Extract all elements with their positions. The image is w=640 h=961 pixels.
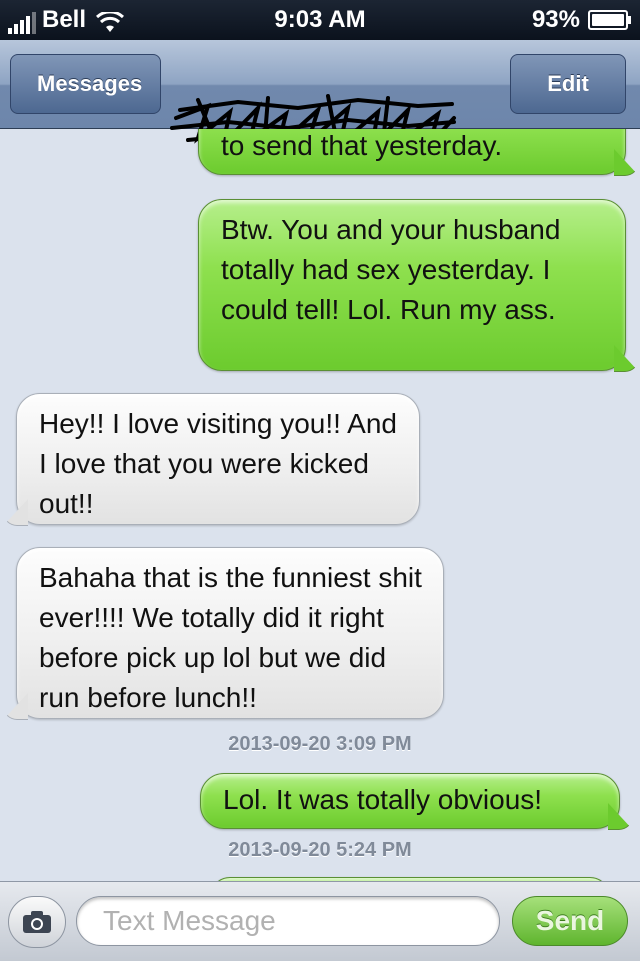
message-bubble-incoming: Hey!! I love visiting you!! And I love t…: [3, 393, 420, 526]
camera-icon: [23, 911, 51, 933]
battery-percent: 93%: [531, 6, 580, 33]
battery-group: 93%: [531, 6, 631, 34]
message-text: Btw. You and your husband totally had se…: [221, 214, 561, 325]
message-text: to send that yesterday.: [221, 130, 503, 161]
edit-button[interactable]: Edit: [510, 54, 626, 114]
camera-button[interactable]: [8, 896, 66, 948]
timestamp: 2013-09-20 5:24 PM: [228, 839, 412, 861]
message-text: Bahaha that is the funniest shit ever!!!…: [39, 562, 422, 713]
message-thread[interactable]: to send that yesterday. Btw. You and you…: [0, 129, 640, 881]
navigation-bar: Messages Edit: [0, 40, 640, 152]
status-bar: Bell 9:03 AM 93%: [0, 0, 640, 40]
message-bubble-outgoing: to send that yesterday.: [198, 129, 639, 176]
message-bubble-incoming: Bahaha that is the funniest shit ever!!!…: [3, 547, 444, 720]
send-button[interactable]: Send: [512, 896, 628, 946]
composer-bar: Text Message Send: [0, 881, 640, 961]
message-text: Hey!! I love visiting you!! And I love t…: [39, 408, 397, 519]
text-message-input[interactable]: Text Message: [76, 896, 500, 946]
message-bubble-outgoing: Btw. You and your husband totally had se…: [198, 199, 639, 372]
message-bubble-outgoing: Lol. It was totally obvious!: [200, 773, 633, 830]
battery-icon: [588, 10, 631, 30]
messages-back-button[interactable]: Messages: [10, 54, 162, 114]
timestamp: 2013-09-20 3:09 PM: [228, 733, 412, 755]
message-text: Lol. It was totally obvious!: [223, 784, 543, 815]
